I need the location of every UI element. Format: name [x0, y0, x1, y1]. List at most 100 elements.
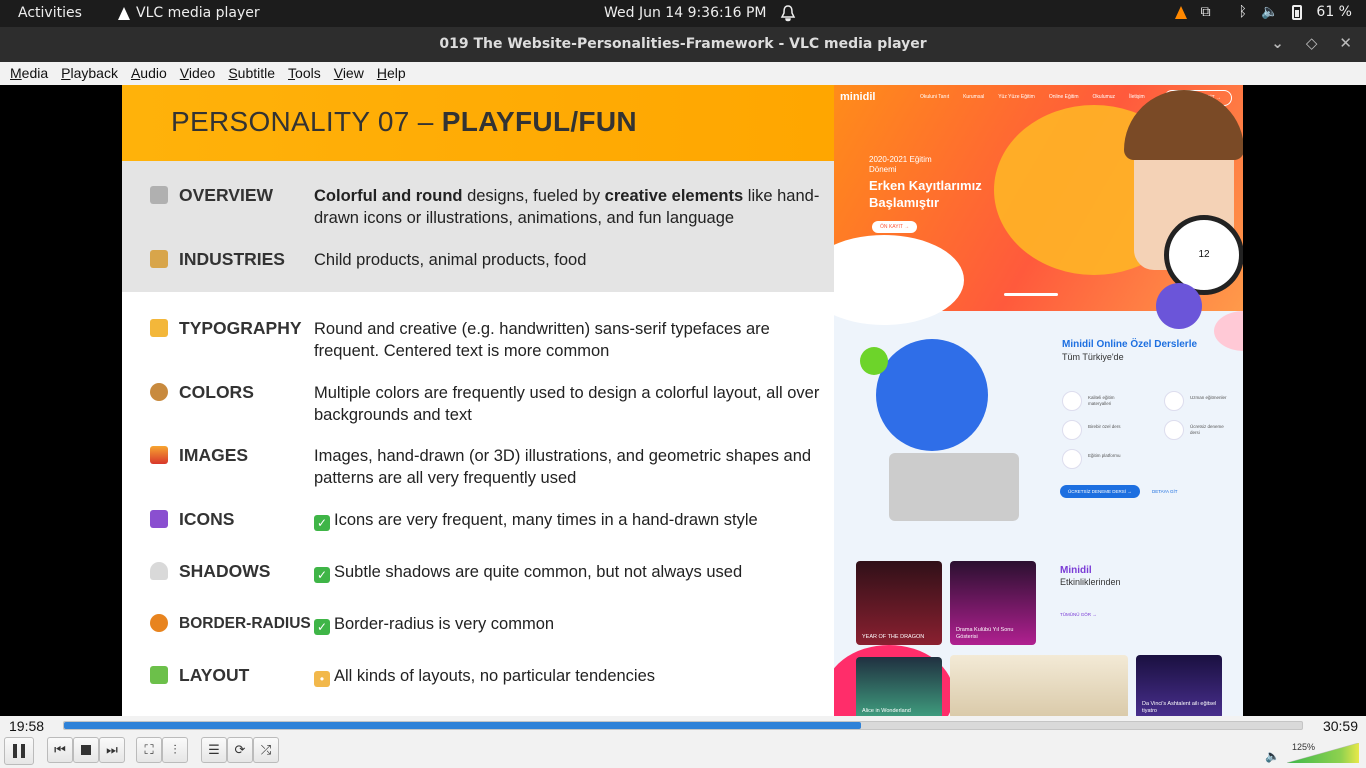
picture-icon — [150, 446, 168, 464]
screens-icon[interactable]: ⧉ — [1201, 4, 1225, 20]
volume-percent: 125% — [1292, 742, 1316, 752]
stop-icon — [81, 745, 91, 755]
site-nav: Okuluni Tanıt Kurumsal Yüz Yüze Eğitim O… — [920, 94, 1145, 100]
trial-icon — [1164, 420, 1184, 440]
menu-playback[interactable]: Playback — [61, 62, 118, 85]
seek-progress — [64, 722, 862, 729]
events-title: Minidil — [1060, 565, 1092, 576]
menu-subtitle[interactable]: Subtitle — [228, 62, 275, 85]
stop-button[interactable] — [73, 737, 99, 763]
row-desc: ✓ Border-radius is very common — [314, 613, 824, 635]
writing-hand-icon — [150, 319, 168, 337]
atom-icon — [150, 510, 168, 528]
site-nav-item: Online Eğitim — [1048, 94, 1079, 100]
clock[interactable]: Wed Jun 14 9:36:16 PM — [604, 5, 767, 21]
menu-help[interactable]: Help — [377, 62, 406, 85]
notification-bell-icon[interactable] — [780, 4, 796, 26]
system-tray[interactable]: ⧉ ᛒ 🔈 61 % — [1174, 4, 1352, 20]
minimize-icon[interactable]: ⌄ — [1271, 34, 1284, 52]
row-label: COLORS — [179, 382, 254, 402]
boy-photo-circle — [876, 339, 988, 451]
green-dot — [860, 347, 888, 375]
volume-icon[interactable]: 🔈 — [1261, 4, 1278, 20]
row-label: ICONS — [179, 509, 235, 529]
site-logo: minidil — [840, 91, 876, 103]
menu-audio[interactable]: Audio — [131, 62, 167, 85]
site-nav-item: İletişim — [1129, 94, 1145, 100]
total-time[interactable]: 30:59 — [1323, 718, 1358, 734]
next-button[interactable]: ⏭ — [99, 737, 125, 763]
window-title-bar[interactable]: 019 The Website-Personalities-Framework … — [0, 27, 1366, 62]
app-menu-label: VLC media player — [136, 5, 260, 21]
loop-button[interactable]: ⟳ — [227, 737, 253, 763]
feature-text: Ücretsiz deneme dersi — [1190, 424, 1224, 435]
events-subtitle: Etkinliklerinden — [1060, 577, 1121, 587]
extended-settings-button[interactable]: ⫶ — [162, 737, 188, 763]
row-desc: • All kinds of layouts, no particular ten… — [314, 665, 824, 687]
menu-media[interactable]: Media — [10, 62, 48, 85]
feature-text: Eğitim platformu — [1088, 453, 1121, 458]
previous-button[interactable]: ⏮ — [47, 737, 73, 763]
row-desc: Round and creative (e.g. handwritten) sa… — [314, 320, 770, 360]
vlc-cone-icon — [118, 6, 130, 20]
shuffle-icon: ⤮ — [260, 742, 272, 758]
hero-button: ÖN KAYIT → — [872, 221, 918, 233]
star-icon — [1164, 391, 1184, 411]
trial-button: ÜCRETSİZ DENEME DERSİ → — [1060, 485, 1140, 498]
battery-percent: 61 % — [1316, 4, 1352, 20]
video-area[interactable]: PERSONALITY 07 – PLAYFUL/FUN OVERVIEW Co… — [0, 85, 1366, 716]
row-desc: Colorful and round designs, fueled by cr… — [314, 187, 820, 227]
hero-subtitle: 2020-2021 Eğitim Dönemi — [869, 155, 932, 174]
bluetooth-icon[interactable]: ᛒ — [1239, 4, 1247, 20]
event-photo — [950, 655, 1128, 716]
row-desc: ✓ Icons are very frequent, many times in … — [314, 509, 824, 531]
playback-controls: ⏮ ⏭ ⛶ ⫶ ☰ ⟳ ⤮ 🔈 125% — [0, 736, 1366, 768]
row-desc: Multiple colors are frequently used to d… — [314, 384, 820, 424]
lecture-slide: PERSONALITY 07 – PLAYFUL/FUN OVERVIEW Co… — [122, 85, 834, 716]
menu-video[interactable]: Video — [180, 62, 216, 85]
event-card: Da Vinci's Ashtalent ailı eğitsel tiyatr… — [1136, 655, 1222, 716]
palette-icon — [150, 383, 168, 401]
loop-icon: ⟳ — [234, 742, 246, 758]
maximize-icon[interactable]: ◇ — [1306, 34, 1318, 52]
feature-text: Kaliteli eğitim materyalleri — [1088, 395, 1115, 406]
checkmark-icon: ✓ — [314, 515, 330, 531]
speaker-icon[interactable]: 🔈 — [1265, 749, 1280, 763]
app-menu[interactable]: VLC media player — [118, 5, 260, 21]
platform-icon — [1062, 449, 1082, 469]
checkmark-icon: ✓ — [314, 567, 330, 583]
ghost-icon — [150, 562, 168, 580]
system-top-bar: Activities VLC media player Wed Jun 14 9… — [0, 0, 1366, 27]
seek-slider[interactable] — [63, 721, 1303, 730]
site-nav-item: Yüz Yüze Eğitim — [998, 94, 1035, 100]
factory-icon — [150, 250, 168, 268]
seek-bar-row: 19:58 30:59 — [0, 716, 1366, 736]
close-icon[interactable]: ✕ — [1339, 34, 1352, 52]
feature-text: Uzman eğitmenler — [1190, 395, 1227, 400]
activities-button[interactable]: Activities — [18, 5, 82, 21]
row-desc: Child products, animal products, food — [314, 251, 587, 269]
window-title: 019 The Website-Personalities-Framework … — [439, 36, 927, 52]
fullscreen-icon: ⛶ — [144, 742, 154, 758]
row-label: SHADOWS — [179, 561, 271, 581]
shrug-icon: • — [314, 671, 330, 687]
example-website: minidil Okuluni Tanıt Kurumsal Yüz Yüze … — [834, 85, 1243, 716]
vlc-tray-icon[interactable] — [1174, 5, 1187, 19]
playlist-button[interactable]: ☰ — [201, 737, 227, 763]
site-nav-item: Kurumsal — [963, 94, 985, 100]
online-lessons-subtitle: Tüm Türkiye'de — [1062, 352, 1124, 362]
row-label: TYPOGRAPHY — [179, 318, 302, 338]
menu-bar: Media Playback Audio Video Subtitle Tool… — [0, 62, 1366, 85]
shuffle-button[interactable]: ⤮ — [253, 737, 279, 763]
event-card: Drama Kulübü Yıl Sonu Gösterisi — [950, 561, 1036, 645]
elapsed-time[interactable]: 19:58 — [9, 718, 44, 734]
pause-icon — [13, 744, 25, 758]
menu-tools[interactable]: Tools — [288, 62, 321, 85]
menu-view[interactable]: View — [334, 62, 364, 85]
pause-button[interactable] — [4, 737, 34, 765]
pink-blob — [1214, 311, 1243, 351]
row-label: INDUSTRIES — [179, 249, 285, 269]
fullscreen-button[interactable]: ⛶ — [136, 737, 162, 763]
row-label: LAYOUT — [179, 665, 250, 685]
puzzle-icon — [150, 666, 168, 684]
